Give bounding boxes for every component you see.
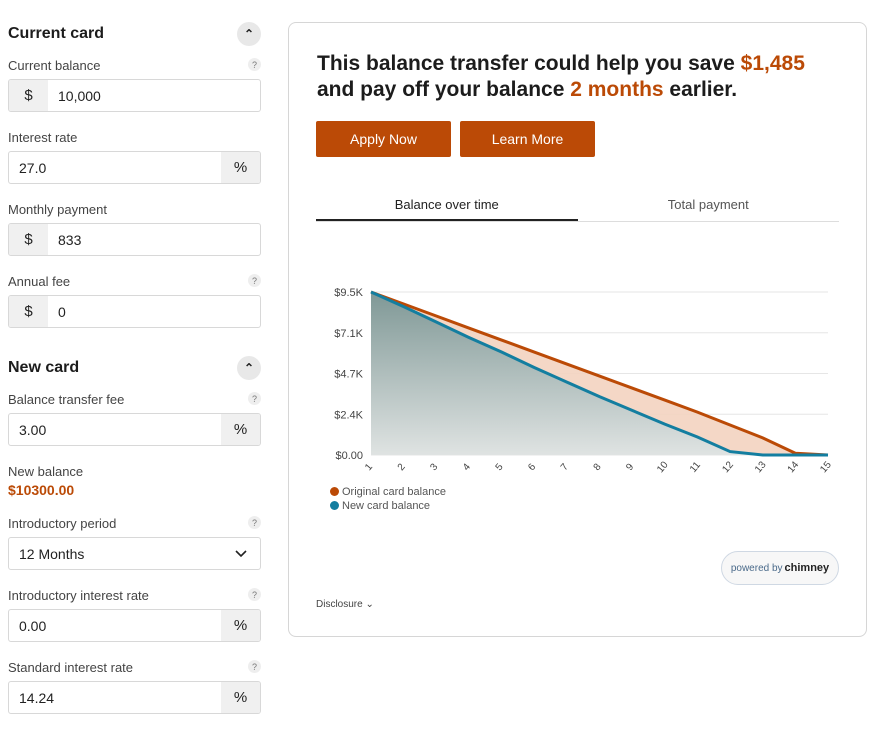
field-label: Balance transfer fee bbox=[8, 392, 125, 407]
y-tick-label: $4.7K bbox=[334, 369, 363, 381]
field-label: Monthly payment bbox=[8, 202, 107, 217]
percent-suffix: % bbox=[221, 610, 260, 641]
chevron-down-icon: ⌄ bbox=[365, 599, 374, 610]
chart-tabs: Balance over time Total payment bbox=[316, 193, 839, 222]
x-tick-label: 11 bbox=[688, 460, 703, 475]
legend-label: Original card balance bbox=[342, 486, 446, 498]
savings-amount: $1,485 bbox=[740, 52, 805, 75]
learn-more-button[interactable]: Learn More bbox=[460, 121, 595, 157]
y-tick-label: $0.00 bbox=[335, 450, 363, 462]
interest-rate-value[interactable]: 27.0 bbox=[9, 152, 221, 183]
headline-text: earlier. bbox=[663, 78, 738, 101]
chimney-logo: chimney bbox=[784, 562, 830, 574]
field-label: Standard interest rate bbox=[8, 660, 134, 675]
tab-balance-over-time[interactable]: Balance over time bbox=[316, 193, 578, 221]
current-card-title: Current card bbox=[8, 25, 105, 42]
new-card-title: New card bbox=[8, 359, 80, 376]
tab-total-payment[interactable]: Total payment bbox=[578, 193, 840, 221]
help-icon[interactable]: ? bbox=[248, 392, 261, 405]
annual-fee-value[interactable]: 0 bbox=[48, 296, 260, 327]
help-icon[interactable]: ? bbox=[248, 274, 261, 287]
y-tick-label: $2.4K bbox=[334, 409, 363, 421]
headline-text: This balance transfer could help you sav… bbox=[317, 52, 741, 75]
x-tick-label: 2 bbox=[396, 461, 408, 473]
intro-rate-input[interactable]: 0.00% bbox=[8, 609, 261, 642]
dollar-prefix: $ bbox=[9, 80, 48, 111]
x-tick-label: 5 bbox=[494, 461, 506, 473]
legend-label: New card balance bbox=[342, 500, 431, 512]
monthly-payment-value[interactable]: 833 bbox=[48, 224, 260, 255]
dollar-prefix: $ bbox=[9, 296, 48, 327]
help-icon[interactable]: ? bbox=[248, 58, 261, 71]
percent-suffix: % bbox=[221, 152, 260, 183]
y-tick-label: $7.1K bbox=[334, 328, 363, 340]
standard-rate-input[interactable]: 14.24% bbox=[8, 681, 261, 714]
legend-item-original: Original card balance bbox=[330, 485, 446, 499]
percent-suffix: % bbox=[221, 682, 260, 713]
chart-legend: Original card balance New card balance bbox=[330, 485, 446, 513]
headline-text: and pay off your balance bbox=[317, 78, 571, 101]
powered-by-badge[interactable]: powered by chimney bbox=[721, 551, 839, 585]
current-balance-input[interactable]: $10,000 bbox=[8, 79, 261, 112]
current-balance-value[interactable]: 10,000 bbox=[48, 80, 260, 111]
help-icon[interactable]: ? bbox=[248, 588, 261, 601]
field-label: Annual fee bbox=[8, 274, 71, 289]
x-tick-label: 7 bbox=[559, 461, 571, 473]
x-tick-label: 6 bbox=[526, 461, 538, 473]
disclosure-label: Disclosure bbox=[316, 599, 363, 610]
annual-fee-input[interactable]: $0 bbox=[8, 295, 261, 328]
x-tick-label: 3 bbox=[428, 461, 440, 473]
monthly-payment-input[interactable]: $833 bbox=[8, 223, 261, 256]
new-card-header: New card ⌃ bbox=[8, 354, 261, 382]
disclosure-toggle[interactable]: Disclosure ⌄ bbox=[316, 599, 374, 610]
x-tick-label: 12 bbox=[720, 459, 736, 475]
chevron-up-icon: ⌃ bbox=[243, 27, 255, 41]
x-tick-label: 14 bbox=[786, 459, 802, 475]
current-card-header: Current card ⌃ bbox=[8, 20, 261, 48]
chevron-down-icon bbox=[221, 538, 260, 569]
calculator-inputs: Current card ⌃ Current balance? $10,000 I… bbox=[8, 20, 261, 732]
chevron-up-icon: ⌃ bbox=[243, 361, 255, 375]
field-label: Interest rate bbox=[8, 130, 78, 145]
help-icon[interactable]: ? bbox=[248, 660, 261, 673]
collapse-current-card-button[interactable]: ⌃ bbox=[237, 22, 261, 46]
standard-rate-value[interactable]: 14.24 bbox=[9, 682, 221, 713]
powered-by-text: powered by bbox=[730, 562, 783, 574]
intro-rate-value[interactable]: 0.00 bbox=[9, 610, 221, 641]
field-label: Introductory period bbox=[8, 516, 117, 531]
field-label: Introductory interest rate bbox=[8, 588, 149, 603]
y-tick-label: $9.5K bbox=[334, 287, 363, 299]
field-label: Current balance bbox=[8, 58, 101, 73]
intro-period-value[interactable]: 12 Months bbox=[9, 538, 221, 569]
results-card: This balance transfer could help you sav… bbox=[288, 22, 867, 637]
apply-now-button[interactable]: Apply Now bbox=[316, 121, 451, 157]
legend-item-new: New card balance bbox=[330, 499, 446, 513]
balance-chart: $0.00$2.4K$4.7K$7.1K$9.5K1 2 3 4 5 6 7 8 9 10 11 12… bbox=[334, 287, 834, 475]
x-tick-label: 13 bbox=[753, 459, 769, 475]
x-tick-label: 10 bbox=[655, 459, 671, 475]
legend-dot bbox=[330, 487, 339, 496]
x-tick-label: 1 bbox=[363, 461, 375, 473]
x-tick-label: 8 bbox=[592, 461, 604, 473]
new-balance-value: $10300.00 bbox=[8, 482, 75, 498]
percent-suffix: % bbox=[221, 414, 260, 445]
x-tick-label: 15 bbox=[818, 459, 834, 475]
collapse-new-card-button[interactable]: ⌃ bbox=[237, 356, 261, 380]
legend-dot bbox=[330, 501, 339, 510]
field-label: New balance bbox=[8, 464, 84, 479]
intro-period-select[interactable]: 12 Months bbox=[8, 537, 261, 570]
months-earlier: 2 months bbox=[570, 78, 664, 101]
x-tick-label: 4 bbox=[461, 461, 473, 473]
dollar-prefix: $ bbox=[9, 224, 48, 255]
help-icon[interactable]: ? bbox=[248, 516, 261, 529]
x-tick-label: 9 bbox=[624, 461, 636, 473]
interest-rate-input[interactable]: 27.0% bbox=[8, 151, 261, 184]
savings-headline: This balance transfer could help you sav… bbox=[317, 51, 805, 103]
transfer-fee-input[interactable]: 3.00% bbox=[8, 413, 261, 446]
transfer-fee-value[interactable]: 3.00 bbox=[9, 414, 221, 445]
